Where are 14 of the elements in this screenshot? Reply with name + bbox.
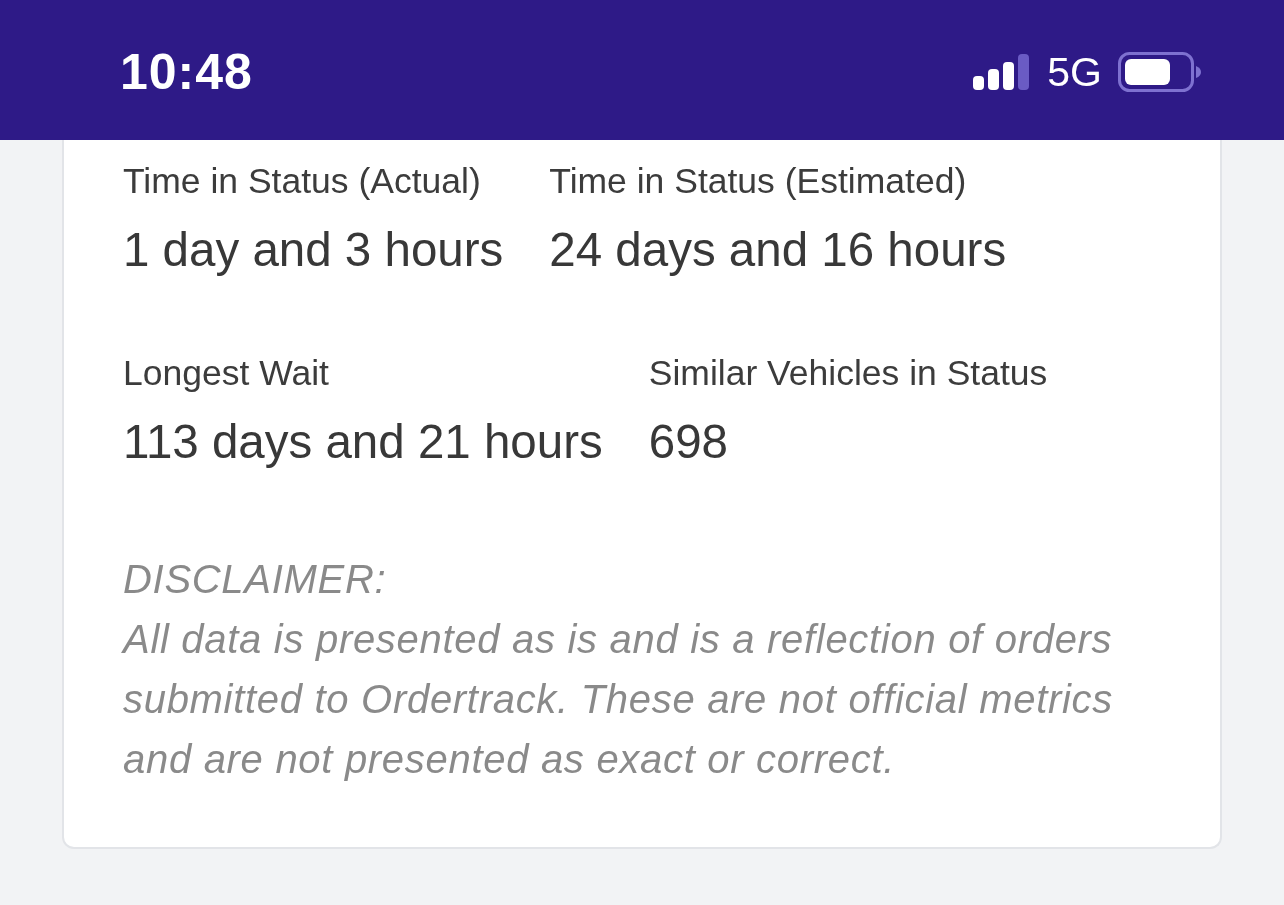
stat-label: Time in Status (Estimated) (549, 161, 968, 201)
network-type: 5G (1047, 48, 1102, 96)
battery-icon (1118, 52, 1202, 92)
stat-label: Longest Wait (123, 353, 330, 393)
clock-time: 10:48 (120, 43, 253, 101)
stat-value: 698 (648, 415, 730, 469)
disclaimer-text: All data is presented as is and is a reflection of orders submitted to Ordertrack. These are not official metrics and are not presented as exact or correct. (123, 616, 1114, 783)
stat-value: 1 day and 3 hours (123, 223, 504, 277)
stat-value: 113 days and 21 hours (123, 415, 603, 469)
stat-label: Time in Status (Actual) (123, 161, 482, 201)
stat-label: Similar Vehicles in Status (648, 353, 1048, 393)
disclaimer-heading: DISCLAIMER: (123, 556, 388, 603)
stat-value: 24 days and 16 hours (549, 223, 1007, 277)
signal-icon (973, 54, 1032, 90)
